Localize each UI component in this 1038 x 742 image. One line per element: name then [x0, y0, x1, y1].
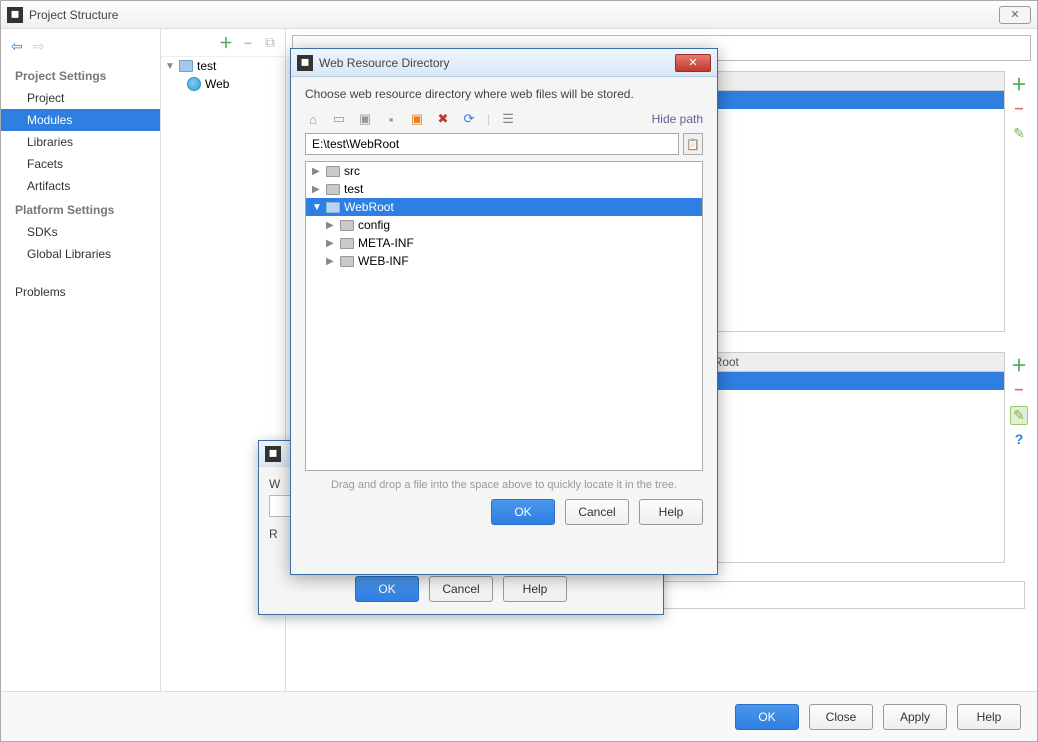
- tree-item-label: WEB-INF: [358, 254, 409, 268]
- window-close-button[interactable]: ✕: [999, 6, 1031, 24]
- modal-toolbar: ⌂ ▭ ▣ ▪ ▣ ✖ ⟳ | ☰ Hide path: [305, 111, 703, 127]
- tree-item-label: WebRoot: [344, 200, 394, 214]
- modal-app-icon: ◼: [297, 55, 313, 71]
- desktop-icon[interactable]: ▭: [331, 111, 347, 127]
- folder-icon: [326, 202, 340, 213]
- remove-module-icon[interactable]: −: [241, 36, 255, 50]
- module-folder-icon: [179, 60, 193, 72]
- hide-path-link[interactable]: Hide path: [652, 112, 703, 126]
- edit-descriptor-icon[interactable]: ✎: [1013, 125, 1025, 142]
- inner-ok-button[interactable]: OK: [355, 576, 419, 602]
- sidebar-item-artifacts[interactable]: Artifacts: [1, 175, 160, 197]
- folder-icon: [326, 166, 340, 177]
- file-tree[interactable]: ▶ src ▶ test ▼ WebRoot ▶ config ▶: [305, 161, 703, 471]
- module-tree-root[interactable]: ▼ test: [161, 57, 285, 75]
- tree-item-metainf[interactable]: ▶ META-INF: [306, 234, 702, 252]
- inner-dialog-buttons: OK Cancel Help: [259, 576, 663, 602]
- tree-item-label: test: [344, 182, 363, 196]
- tree-item-webroot[interactable]: ▼ WebRoot: [306, 198, 702, 216]
- modal-close-button[interactable]: ✕: [675, 54, 711, 72]
- expand-icon[interactable]: ▶: [326, 256, 336, 267]
- inner-dialog-icon: ◼: [265, 446, 281, 462]
- module-toolbar: ＋ − ⧉: [161, 29, 285, 57]
- new-folder-icon[interactable]: ▣: [409, 111, 425, 127]
- copy-module-icon[interactable]: ⧉: [263, 36, 277, 50]
- tree-item-label: config: [358, 218, 390, 232]
- sidebar-item-project[interactable]: Project: [1, 87, 160, 109]
- main-help-button[interactable]: Help: [957, 704, 1021, 730]
- app-icon: ◼: [7, 7, 23, 23]
- main-footer: OK Close Apply Help: [1, 691, 1037, 741]
- modal-instruction: Choose web resource directory where web …: [305, 87, 703, 101]
- modal-button-row: OK Cancel Help: [291, 499, 717, 539]
- sidebar-item-facets[interactable]: Facets: [1, 153, 160, 175]
- tree-item-src[interactable]: ▶ src: [306, 162, 702, 180]
- tree-item-webinf[interactable]: ▶ WEB-INF: [306, 252, 702, 270]
- sidebar-item-modules[interactable]: Modules: [1, 109, 160, 131]
- remove-resource-icon[interactable]: −: [1014, 382, 1023, 400]
- module-web-label: Web: [205, 77, 229, 91]
- modal-cancel-button[interactable]: Cancel: [565, 499, 629, 525]
- tree-item-test[interactable]: ▶ test: [306, 180, 702, 198]
- history-dropdown-icon[interactable]: 📋: [683, 133, 703, 155]
- sidebar-nav: ⇦ ⇨: [1, 35, 160, 63]
- main-close-button[interactable]: Close: [809, 704, 873, 730]
- inner-cancel-button[interactable]: Cancel: [429, 576, 493, 602]
- sidebar-heading-platform: Platform Settings: [1, 197, 160, 221]
- collapse-icon[interactable]: ▼: [312, 202, 322, 213]
- module-icon[interactable]: ▪: [383, 112, 399, 127]
- nav-forward-icon[interactable]: ⇨: [33, 39, 49, 55]
- modal-title: Web Resource Directory: [319, 56, 450, 70]
- add-descriptor-icon[interactable]: ＋: [1011, 71, 1027, 95]
- main-apply-button[interactable]: Apply: [883, 704, 947, 730]
- sidebar-item-libraries[interactable]: Libraries: [1, 131, 160, 153]
- folder-icon: [340, 238, 354, 249]
- descriptor-tools: ＋ − ✎: [1009, 71, 1029, 142]
- modal-help-button[interactable]: Help: [639, 499, 703, 525]
- inner-help-button[interactable]: Help: [503, 576, 567, 602]
- folder-icon: [340, 256, 354, 267]
- window-title: Project Structure: [29, 8, 118, 22]
- modal-titlebar: ◼ Web Resource Directory ✕: [291, 49, 717, 77]
- tree-expand-icon[interactable]: ▼: [165, 61, 175, 72]
- module-root-label: test: [197, 59, 216, 73]
- path-input[interactable]: [305, 133, 679, 155]
- remove-descriptor-icon[interactable]: −: [1014, 101, 1023, 119]
- path-input-row: 📋: [305, 133, 703, 155]
- refresh-icon[interactable]: ⟳: [461, 111, 477, 127]
- tree-item-config[interactable]: ▶ config: [306, 216, 702, 234]
- sidebar: ⇦ ⇨ Project Settings Project Modules Lib…: [1, 29, 161, 691]
- sidebar-item-global-libraries[interactable]: Global Libraries: [1, 243, 160, 265]
- expand-icon[interactable]: ▶: [326, 220, 336, 231]
- sidebar-item-problems[interactable]: Problems: [1, 281, 160, 303]
- modal-ok-button[interactable]: OK: [491, 499, 555, 525]
- nav-back-icon[interactable]: ⇦: [11, 39, 27, 55]
- folder-icon: [326, 184, 340, 195]
- modal-hint: Drag and drop a file into the space abov…: [305, 471, 703, 499]
- sidebar-heading-project: Project Settings: [1, 63, 160, 87]
- web-facet-icon: [187, 77, 201, 91]
- edit-resource-icon[interactable]: ✎: [1010, 406, 1028, 425]
- tree-item-label: META-INF: [358, 236, 414, 250]
- project-icon[interactable]: ▣: [357, 111, 373, 127]
- web-resource-directory-dialog: ◼ Web Resource Directory ✕ Choose web re…: [290, 48, 718, 575]
- module-tree-web[interactable]: Web: [161, 75, 285, 93]
- folder-icon: [340, 220, 354, 231]
- main-ok-button[interactable]: OK: [735, 704, 799, 730]
- add-module-icon[interactable]: ＋: [219, 36, 233, 50]
- show-hidden-icon[interactable]: ☰: [500, 111, 516, 127]
- resource-tools: ＋ − ✎ ?: [1009, 352, 1029, 447]
- tree-item-label: src: [344, 164, 360, 178]
- expand-icon[interactable]: ▶: [312, 166, 322, 177]
- delete-icon[interactable]: ✖: [435, 111, 451, 127]
- expand-icon[interactable]: ▶: [326, 238, 336, 249]
- sidebar-item-sdks[interactable]: SDKs: [1, 221, 160, 243]
- expand-icon[interactable]: ▶: [312, 184, 322, 195]
- home-icon[interactable]: ⌂: [305, 112, 321, 127]
- main-titlebar: ◼ Project Structure ✕: [1, 1, 1037, 29]
- help-resource-icon[interactable]: ?: [1015, 431, 1024, 447]
- modal-body: Choose web resource directory where web …: [291, 77, 717, 499]
- add-resource-icon[interactable]: ＋: [1011, 352, 1027, 376]
